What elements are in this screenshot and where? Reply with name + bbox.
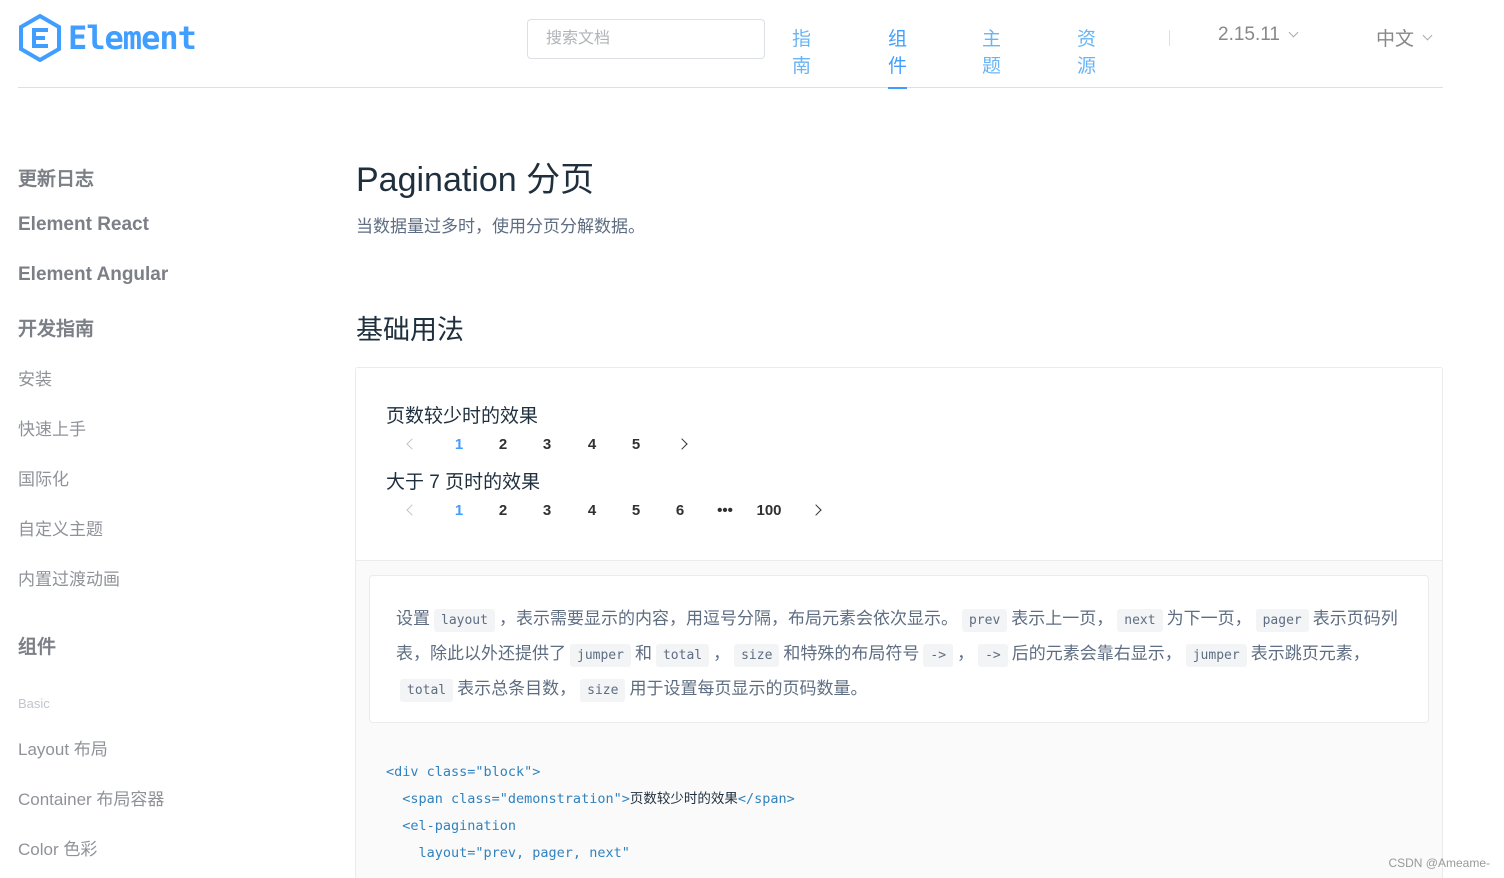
nav-resources[interactable]: 资源 [1077,24,1096,88]
chevron-down-icon [1288,27,1299,38]
search-input[interactable] [527,19,765,59]
version-label: 2.15.11 [1218,24,1280,45]
element-logo[interactable]: Element [18,14,197,62]
nav-components[interactable]: 组件 [888,24,908,89]
page-number[interactable]: 4 [574,497,610,525]
chevron-down-icon [1422,30,1433,40]
language-label: 中文 [1376,29,1415,50]
sidebar-category-basic: Basic [18,696,50,711]
page-subtitle: 当数据量过多时，使用分页分解数据。 [356,217,645,236]
sidebar-item-layout[interactable]: Layout 布局 [18,735,108,760]
version-dropdown[interactable]: 2.15.11 [1218,24,1299,46]
nav-guide[interactable]: 指南 [792,24,811,88]
page-number[interactable]: 100 [748,497,790,525]
page-number[interactable]: 3 [529,497,565,525]
demo-label-small: 页数较少时的效果 [386,406,539,427]
page-number[interactable]: 5 [618,497,654,525]
nav-theme[interactable]: 主题 [982,24,1001,88]
sidebar-item-color[interactable]: Color 色彩 [18,835,97,860]
demo-block: 页数较少时的效果 1 2 3 4 5 大于 7 页时的效果 1 2 3 4 5 … [355,367,1443,878]
prev-page-icon[interactable] [406,438,418,450]
nav-divider [1169,30,1170,46]
page-title: Pagination 分页 [356,161,595,199]
sidebar-item-install[interactable]: 安装 [18,365,52,390]
logo-text: Element [68,19,197,57]
demo-label-large: 大于 7 页时的效果 [386,472,541,493]
page-number[interactable]: 2 [485,497,521,525]
sidebar-item-changelog[interactable]: 更新日志 [18,164,94,191]
code-line: <div class="block"> [386,764,541,780]
top-header: Element 指南 组件 主题 资源 2.15.11 中文 [18,0,1443,89]
page-number[interactable]: 5 [618,431,654,459]
sidebar-item-element-react[interactable]: Element React [18,214,149,236]
sidebar-item-transition[interactable]: 内置过渡动画 [18,565,120,590]
more-pages-ellipsis[interactable]: ••• [707,497,743,525]
language-dropdown[interactable]: 中文 [1376,24,1433,51]
description-area: 设置 layout ，表示需要显示的内容，用逗号分隔，布局元素会依次显示。 prev 表… [356,561,1442,741]
sidebar-item-custom-theme[interactable]: 自定义主题 [18,515,103,540]
page-number[interactable]: 3 [529,431,565,459]
demo-source: 页数较少时的效果 1 2 3 4 5 大于 7 页时的效果 1 2 3 4 5 … [356,368,1442,561]
sidebar-group-components: 组件 [18,637,57,658]
description-text: 设置 layout ，表示需要显示的内容，用逗号分隔，布局元素会依次显示。 prev 表… [369,575,1429,723]
sidebar-item-i18n[interactable]: 国际化 [18,465,69,490]
next-page-icon[interactable] [676,438,688,450]
watermark: CSDN @Ameame- [1388,856,1490,870]
page-number[interactable]: 4 [574,431,610,459]
page-number[interactable]: 1 [441,431,477,459]
code-line: <el-pagination [386,818,517,834]
sidebar-group-guide: 开发指南 [18,319,95,340]
page-number[interactable]: 1 [441,497,477,525]
next-page-icon[interactable] [810,504,822,516]
page-number[interactable]: 6 [662,497,698,525]
code-line: <span class="demonstration">页数较少时的效果</sp… [386,791,795,807]
sidebar-item-container[interactable]: Container 布局容器 [18,785,164,810]
code-block: <div class="block"> <span class="demonst… [356,741,1442,878]
prev-page-icon[interactable] [406,504,418,516]
sidebar-item-element-angular[interactable]: Element Angular [18,264,168,286]
code-line: layout="prev, pager, next" [386,845,630,861]
page-number[interactable]: 2 [485,431,521,459]
section-title: 基础用法 [356,315,464,345]
element-hexagon-icon [19,14,61,62]
sidebar-item-quickstart[interactable]: 快速上手 [18,415,86,440]
